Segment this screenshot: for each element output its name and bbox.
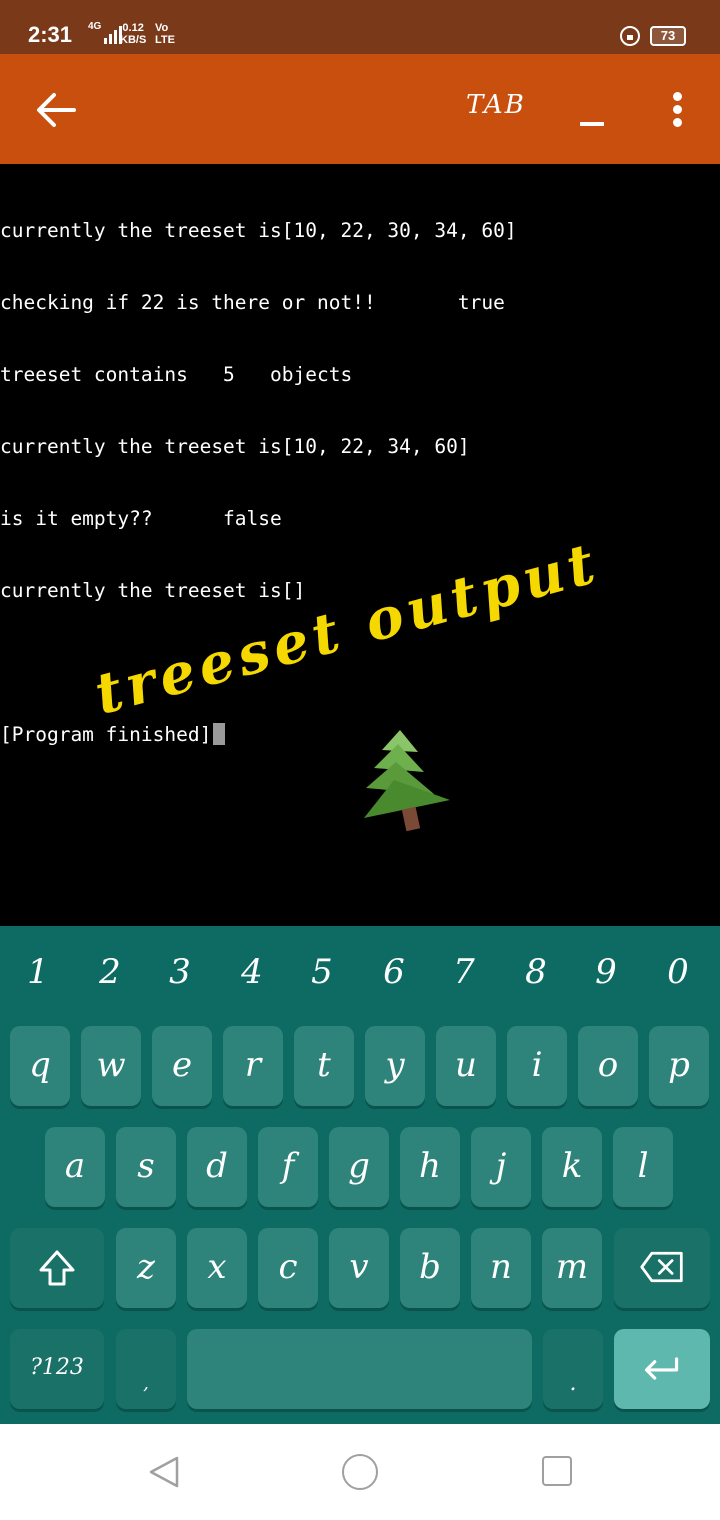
backspace-icon bbox=[640, 1251, 683, 1283]
terminal-line: currently the treeset is[10, 22, 34, 60] bbox=[0, 435, 470, 458]
evergreen-tree-icon bbox=[364, 730, 450, 832]
key-q[interactable]: q bbox=[10, 1026, 70, 1106]
space-bar[interactable] bbox=[187, 1329, 532, 1409]
number-row: 1 2 3 4 5 6 7 8 9 0 bbox=[0, 944, 720, 1000]
key-p[interactable]: p bbox=[649, 1026, 709, 1106]
back-arrow-icon[interactable] bbox=[34, 90, 78, 130]
network-type: 4G bbox=[88, 21, 102, 32]
system-nav-bar bbox=[0, 1424, 720, 1520]
enter-icon bbox=[644, 1357, 679, 1380]
app-bar: TAB bbox=[0, 54, 720, 164]
key-x[interactable]: x bbox=[187, 1228, 247, 1308]
more-options-icon[interactable] bbox=[670, 92, 684, 128]
key-e[interactable]: e bbox=[152, 1026, 212, 1106]
key-2[interactable]: 2 bbox=[80, 944, 140, 1000]
key-1[interactable]: 1 bbox=[8, 944, 68, 1000]
key-r[interactable]: r bbox=[223, 1026, 283, 1106]
terminal-output[interactable]: currently the treeset is[10, 22, 30, 34,… bbox=[0, 164, 720, 926]
key-5[interactable]: 5 bbox=[292, 944, 352, 1000]
volte-indicator: Vo LTE bbox=[155, 22, 175, 46]
network-speed-value: 0.12 bbox=[122, 22, 144, 34]
symbols-key[interactable]: ?123 bbox=[10, 1329, 104, 1409]
key-4[interactable]: 4 bbox=[222, 944, 282, 1000]
network-speed: 0.12 KB/S bbox=[120, 22, 146, 46]
nav-home-icon[interactable] bbox=[342, 1454, 378, 1490]
terminal-line: checking if 22 is there or not!! true bbox=[0, 291, 505, 314]
network-speed-unit: KB/S bbox=[120, 34, 147, 46]
key-h[interactable]: h bbox=[400, 1127, 460, 1207]
terminal-lines: currently the treeset is[10, 22, 30, 34,… bbox=[0, 171, 517, 795]
key-g[interactable]: g bbox=[329, 1127, 389, 1207]
key-u[interactable]: u bbox=[436, 1026, 496, 1106]
enter-key[interactable] bbox=[614, 1329, 710, 1409]
key-w[interactable]: w bbox=[81, 1026, 141, 1106]
nav-recents-icon[interactable] bbox=[542, 1456, 572, 1486]
key-b[interactable]: b bbox=[400, 1228, 460, 1308]
battery-indicator: 73 bbox=[650, 26, 686, 46]
key-s[interactable]: s bbox=[116, 1127, 176, 1207]
tab-button[interactable]: TAB bbox=[466, 90, 526, 120]
key-z[interactable]: z bbox=[116, 1228, 176, 1308]
key-8[interactable]: 8 bbox=[506, 944, 566, 1000]
shift-icon bbox=[39, 1250, 75, 1286]
rotation-lock-icon bbox=[620, 26, 640, 46]
status-time: 2:31 bbox=[28, 22, 73, 47]
key-v[interactable]: v bbox=[329, 1228, 389, 1308]
key-n[interactable]: n bbox=[471, 1228, 531, 1308]
key-l[interactable]: l bbox=[613, 1127, 673, 1207]
comma-key[interactable]: , bbox=[116, 1329, 176, 1409]
key-7[interactable]: 7 bbox=[434, 944, 494, 1000]
terminal-line: treeset contains 5 objects bbox=[0, 363, 353, 386]
key-a[interactable]: a bbox=[45, 1127, 105, 1207]
key-k[interactable]: k bbox=[542, 1127, 602, 1207]
key-3[interactable]: 3 bbox=[150, 944, 210, 1000]
backspace-key[interactable] bbox=[614, 1228, 710, 1308]
key-9[interactable]: 9 bbox=[576, 944, 636, 1000]
nav-back-icon[interactable] bbox=[146, 1454, 182, 1490]
shift-key[interactable] bbox=[10, 1228, 104, 1308]
key-j[interactable]: j bbox=[471, 1127, 531, 1207]
key-0[interactable]: 0 bbox=[648, 944, 708, 1000]
key-6[interactable]: 6 bbox=[364, 944, 424, 1000]
key-c[interactable]: c bbox=[258, 1228, 318, 1308]
key-d[interactable]: d bbox=[187, 1127, 247, 1207]
status-bar: 2:31 4G 0.12 KB/S Vo LTE 73 bbox=[0, 0, 720, 54]
key-m[interactable]: m bbox=[542, 1228, 602, 1308]
volte-bottom: LTE bbox=[155, 34, 175, 46]
key-t[interactable]: t bbox=[294, 1026, 354, 1106]
volte-top: Vo bbox=[155, 22, 169, 34]
key-o[interactable]: o bbox=[578, 1026, 638, 1106]
terminal-line: currently the treeset is[10, 22, 30, 34,… bbox=[0, 219, 517, 242]
period-key[interactable]: . bbox=[543, 1329, 603, 1409]
key-y[interactable]: y bbox=[365, 1026, 425, 1106]
terminal-cursor bbox=[213, 723, 226, 745]
terminal-line: is it empty?? false bbox=[0, 507, 282, 530]
key-i[interactable]: i bbox=[507, 1026, 567, 1106]
minimize-icon[interactable] bbox=[580, 122, 604, 126]
soft-keyboard: 1 2 3 4 5 6 7 8 9 0 q w e r t y u i o p … bbox=[0, 926, 720, 1424]
key-f[interactable]: f bbox=[258, 1127, 318, 1207]
